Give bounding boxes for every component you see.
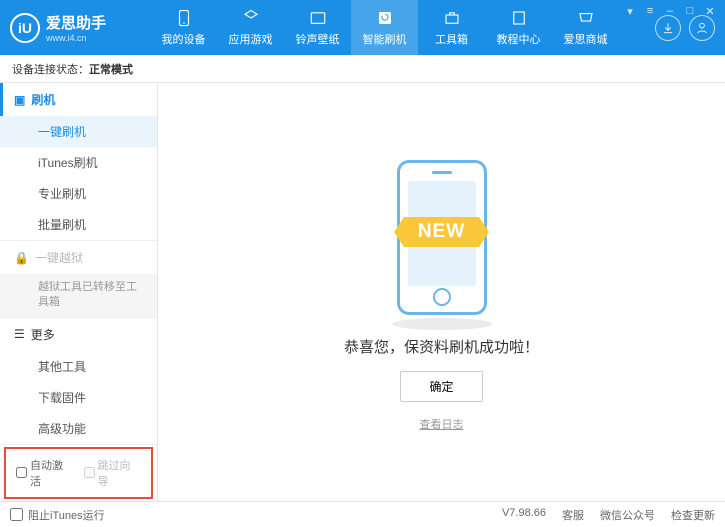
sidebar-item-advanced[interactable]: 高级功能 bbox=[0, 413, 157, 444]
nav-tutorials[interactable]: 教程中心 bbox=[485, 0, 552, 55]
nav-my-device[interactable]: 我的设备 bbox=[150, 0, 217, 55]
sidebar-item-other-tools[interactable]: 其他工具 bbox=[0, 351, 157, 382]
block-itunes-checkbox[interactable]: 阻止iTunes运行 bbox=[10, 507, 105, 523]
status-label: 设备连接状态： bbox=[12, 61, 89, 77]
checkbox-auto-activate[interactable]: 自动激活 bbox=[16, 457, 74, 489]
sidebar-section-flash[interactable]: ▣ 刷机 bbox=[0, 83, 157, 116]
list-icon: ☰ bbox=[14, 327, 25, 341]
nav-ringtones[interactable]: 铃声壁纸 bbox=[284, 0, 351, 55]
minimize-icon[interactable]: – bbox=[663, 4, 677, 18]
nav-apps-games[interactable]: 应用游戏 bbox=[217, 0, 284, 55]
sidebar-section-more[interactable]: ☰ 更多 bbox=[0, 318, 157, 351]
sidebar-item-download-fw[interactable]: 下载固件 bbox=[0, 382, 157, 413]
sidebar-item-batch[interactable]: 批量刷机 bbox=[0, 209, 157, 240]
close-icon[interactable]: ✕ bbox=[703, 4, 717, 18]
sidebar: ▣ 刷机 一键刷机 iTunes刷机 专业刷机 批量刷机 🔒 一键越狱 越狱工具… bbox=[0, 83, 158, 501]
success-illustration: NEW bbox=[357, 152, 527, 322]
toolbox-icon bbox=[442, 8, 462, 28]
new-banner: NEW bbox=[404, 217, 479, 247]
version-label: V7.98.66 bbox=[502, 507, 546, 523]
logo-icon: iU bbox=[10, 13, 40, 43]
app-url: www.i4.cn bbox=[46, 33, 106, 43]
user-button[interactable] bbox=[689, 15, 715, 41]
view-log-link[interactable]: 查看日志 bbox=[420, 416, 464, 432]
nav-flash[interactable]: 智能刷机 bbox=[351, 0, 418, 55]
app-title: 爱思助手 bbox=[46, 12, 106, 33]
book-icon bbox=[509, 8, 529, 28]
refresh-icon bbox=[375, 8, 395, 28]
app-header: iU 爱思助手 www.i4.cn 我的设备 应用游戏 铃声壁纸 智能刷机 工具… bbox=[0, 0, 725, 55]
confirm-button[interactable]: 确定 bbox=[400, 371, 482, 402]
flash-icon: ▣ bbox=[14, 93, 25, 107]
tshirt-icon[interactable]: ▾ bbox=[623, 4, 637, 18]
sidebar-item-oneclick[interactable]: 一键刷机 bbox=[0, 116, 157, 147]
nav-store[interactable]: 爱思商城 bbox=[552, 0, 619, 55]
sidebar-section-jailbreak: 🔒 一键越狱 bbox=[0, 241, 157, 274]
footer-update[interactable]: 检查更新 bbox=[671, 507, 715, 523]
footer-wechat[interactable]: 微信公众号 bbox=[600, 507, 655, 523]
nav-toolbox[interactable]: 工具箱 bbox=[418, 0, 485, 55]
success-message: 恭喜您，保资料刷机成功啦！ bbox=[344, 336, 539, 357]
phone-icon bbox=[174, 8, 194, 28]
maximize-icon[interactable]: □ bbox=[683, 4, 697, 18]
cart-icon bbox=[576, 8, 596, 28]
status-value: 正常模式 bbox=[89, 61, 133, 77]
menu-icon[interactable]: ≡ bbox=[643, 4, 657, 18]
lock-icon: 🔒 bbox=[14, 251, 29, 265]
main-content: NEW 恭喜您，保资料刷机成功啦！ 确定 查看日志 bbox=[158, 83, 725, 501]
download-button[interactable] bbox=[655, 15, 681, 41]
sidebar-item-itunes[interactable]: iTunes刷机 bbox=[0, 147, 157, 178]
app-icon bbox=[241, 8, 261, 28]
footer-support[interactable]: 客服 bbox=[562, 507, 584, 523]
checkbox-skip-guide[interactable]: 跳过向导 bbox=[84, 457, 142, 489]
sidebar-jailbreak-note: 越狱工具已转移至工具箱 bbox=[0, 274, 157, 317]
activation-options: 自动激活 跳过向导 bbox=[4, 447, 153, 499]
status-bar: 设备连接状态： 正常模式 bbox=[0, 55, 725, 83]
sidebar-item-pro[interactable]: 专业刷机 bbox=[0, 178, 157, 209]
logo: iU 爱思助手 www.i4.cn bbox=[10, 12, 150, 43]
footer: 阻止iTunes运行 V7.98.66 客服 微信公众号 检查更新 bbox=[0, 501, 725, 527]
image-icon bbox=[308, 8, 328, 28]
